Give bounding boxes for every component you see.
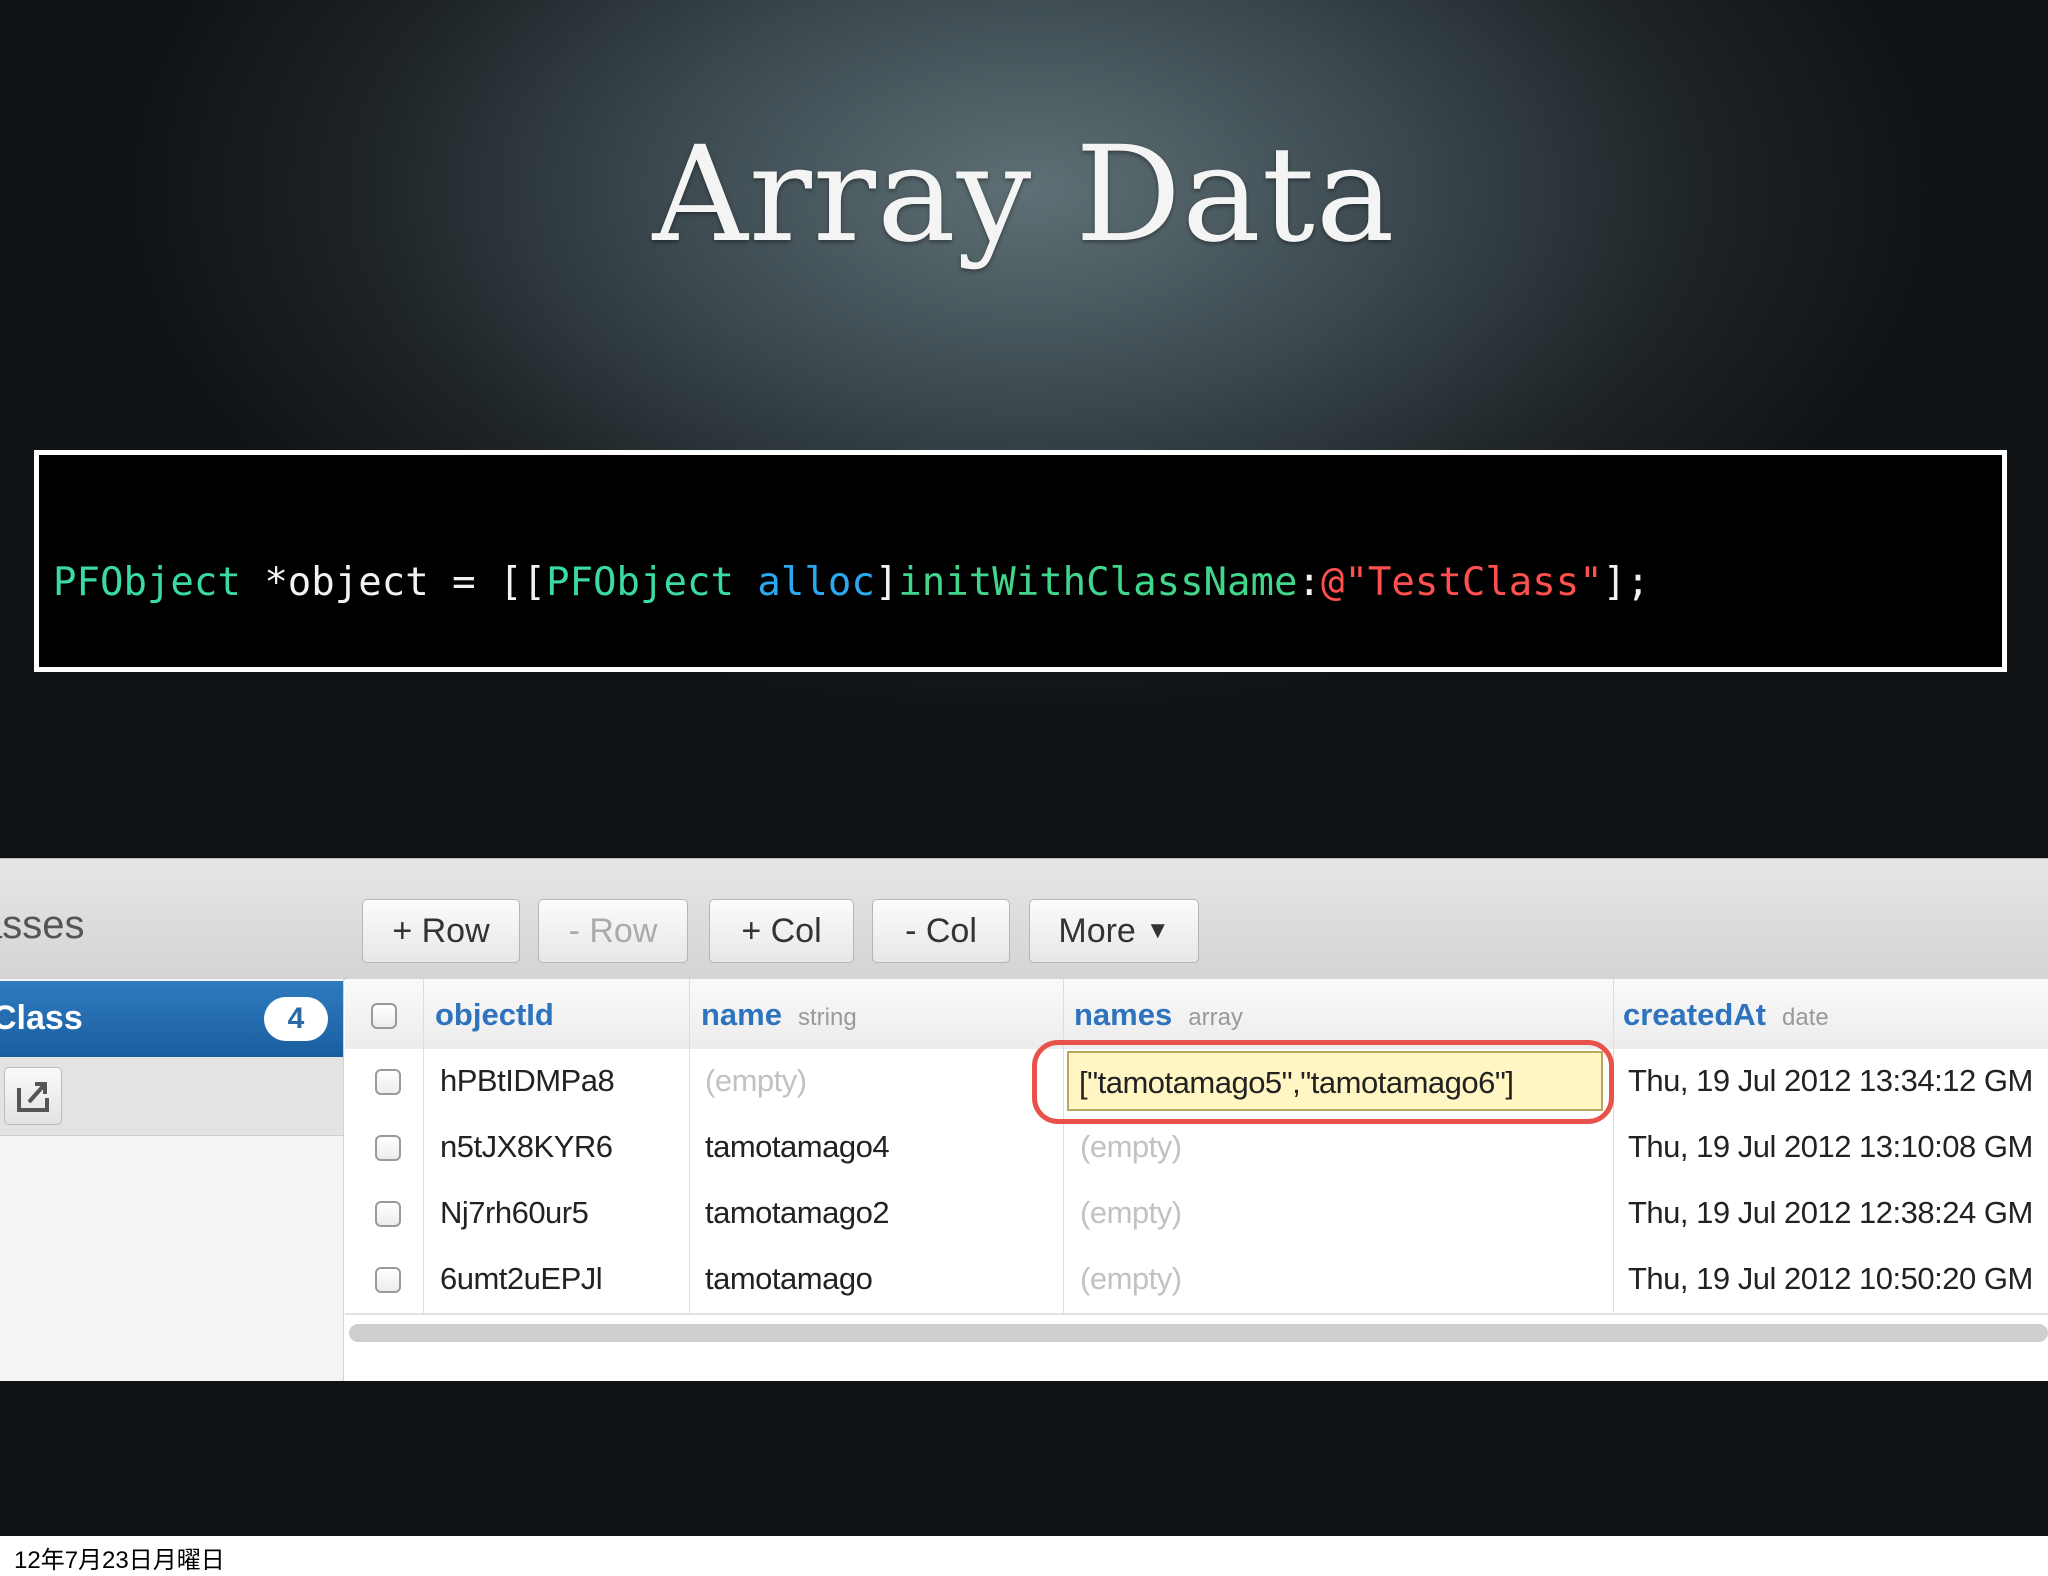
- parse-data-browser: asses + Row - Row + Col - Col More ▼ Clas…: [0, 858, 2048, 1381]
- cell-createdat[interactable]: Thu, 19 Jul 2012 13:34:12 GM: [1628, 1063, 2033, 1099]
- toolbar: asses + Row - Row + Col - Col More ▼: [0, 859, 2048, 980]
- column-name: createdAt: [1623, 997, 1766, 1032]
- class-count-badge: 4: [264, 997, 328, 1041]
- grid-header: objectId name string names array createdAt…: [345, 979, 2048, 1051]
- cell-names-selected[interactable]: ["tamotamago5","tamotamago6"]: [1067, 1051, 1603, 1111]
- code-token: PFObject: [546, 560, 734, 605]
- code-token: initWithClassName: [898, 560, 1298, 605]
- cell-createdat[interactable]: Thu, 19 Jul 2012 12:38:24 GM: [1628, 1195, 2033, 1231]
- column-name: names: [1074, 997, 1173, 1032]
- column-divider: [423, 979, 424, 1313]
- add-col-button[interactable]: + Col: [709, 899, 854, 963]
- table-row[interactable]: 6umt2uEPJl tamotamago (empty) Thu, 19 Ju…: [345, 1247, 2048, 1315]
- classes-header: asses: [0, 903, 85, 947]
- code-token: ];: [1602, 560, 1650, 605]
- column-type: array: [1188, 1004, 1243, 1031]
- cell-objectid[interactable]: Nj7rh60ur5: [440, 1195, 589, 1231]
- row-checkbox[interactable]: [375, 1201, 401, 1227]
- column-name: objectId: [435, 997, 554, 1032]
- horizontal-scrollbar[interactable]: [349, 1324, 2048, 1342]
- cell-name[interactable]: (empty): [705, 1063, 807, 1099]
- sidebar-item-class[interactable]: Class 4: [0, 981, 343, 1057]
- column-header-objectid[interactable]: objectId: [435, 997, 554, 1033]
- remove-col-button[interactable]: - Col: [872, 899, 1010, 963]
- cell-names[interactable]: (empty): [1080, 1261, 1182, 1297]
- code-token: ]: [874, 560, 899, 605]
- footer-date: 12年7月23日月曜日: [14, 1547, 225, 1574]
- remove-row-button[interactable]: - Row: [538, 899, 688, 963]
- row-checkbox[interactable]: [375, 1267, 401, 1293]
- cell-names[interactable]: (empty): [1080, 1195, 1182, 1231]
- class-sidebar: Class 4: [0, 979, 344, 1381]
- column-divider: [689, 979, 690, 1313]
- column-header-name[interactable]: name string: [701, 997, 857, 1033]
- slide: Array Data PFObject *object = [[PFObject…: [0, 0, 2048, 1536]
- code-token: :: [1297, 560, 1321, 605]
- select-all-checkbox[interactable]: [371, 1003, 397, 1029]
- sidebar-item-label: Class: [0, 999, 83, 1037]
- cell-createdat[interactable]: Thu, 19 Jul 2012 10:50:20 GM: [1628, 1261, 2033, 1297]
- column-divider: [1613, 979, 1614, 1313]
- table-row[interactable]: hPBtIDMPa8 (empty) ["tamotamago5","tamot…: [345, 1049, 2048, 1117]
- code-line-1: PFObject *object = [[PFObject alloc]init…: [53, 559, 1992, 607]
- code-token: PFObject: [53, 560, 241, 605]
- code-token: *object = [[: [240, 560, 547, 605]
- table-row[interactable]: n5tJX8KYR6 tamotamago4 (empty) Thu, 19 J…: [345, 1115, 2048, 1183]
- code-token: @"TestClass": [1320, 560, 1603, 605]
- export-icon: [17, 1082, 49, 1112]
- add-row-button[interactable]: + Row: [362, 899, 520, 963]
- column-header-names[interactable]: names array: [1074, 997, 1243, 1033]
- cell-objectid[interactable]: hPBtIDMPa8: [440, 1063, 615, 1099]
- table-row[interactable]: Nj7rh60ur5 tamotamago2 (empty) Thu, 19 J…: [345, 1181, 2048, 1249]
- row-checkbox[interactable]: [375, 1069, 401, 1095]
- dropdown-arrow-icon: ▼: [1145, 917, 1170, 944]
- code-block: PFObject *object = [[PFObject alloc]init…: [34, 450, 2007, 672]
- more-label: More: [1058, 912, 1136, 950]
- sidebar-tools: [0, 1057, 343, 1136]
- row-checkbox[interactable]: [375, 1135, 401, 1161]
- cell-objectid[interactable]: n5tJX8KYR6: [440, 1129, 613, 1165]
- slide-title: Array Data: [652, 118, 1396, 272]
- cell-name[interactable]: tamotamago2: [705, 1195, 890, 1231]
- code-token: alloc: [757, 560, 875, 605]
- cell-createdat[interactable]: Thu, 19 Jul 2012 13:10:08 GM: [1628, 1129, 2033, 1165]
- cell-name[interactable]: tamotamago4: [705, 1129, 890, 1165]
- cell-names[interactable]: (empty): [1080, 1129, 1182, 1165]
- data-grid: objectId name string names array createdAt…: [345, 979, 2048, 1381]
- column-header-createdat[interactable]: createdAt date: [1623, 997, 1829, 1033]
- column-divider: [1063, 979, 1064, 1313]
- column-type: date: [1782, 1004, 1829, 1031]
- more-button[interactable]: More ▼: [1029, 899, 1199, 963]
- column-name: name: [701, 997, 782, 1032]
- export-button[interactable]: [4, 1067, 62, 1125]
- cell-objectid[interactable]: 6umt2uEPJl: [440, 1261, 603, 1297]
- cell-names-value: ["tamotamago5","tamotamago6"]: [1079, 1065, 1514, 1100]
- cell-name[interactable]: tamotamago: [705, 1261, 873, 1297]
- column-type: string: [797, 1004, 857, 1031]
